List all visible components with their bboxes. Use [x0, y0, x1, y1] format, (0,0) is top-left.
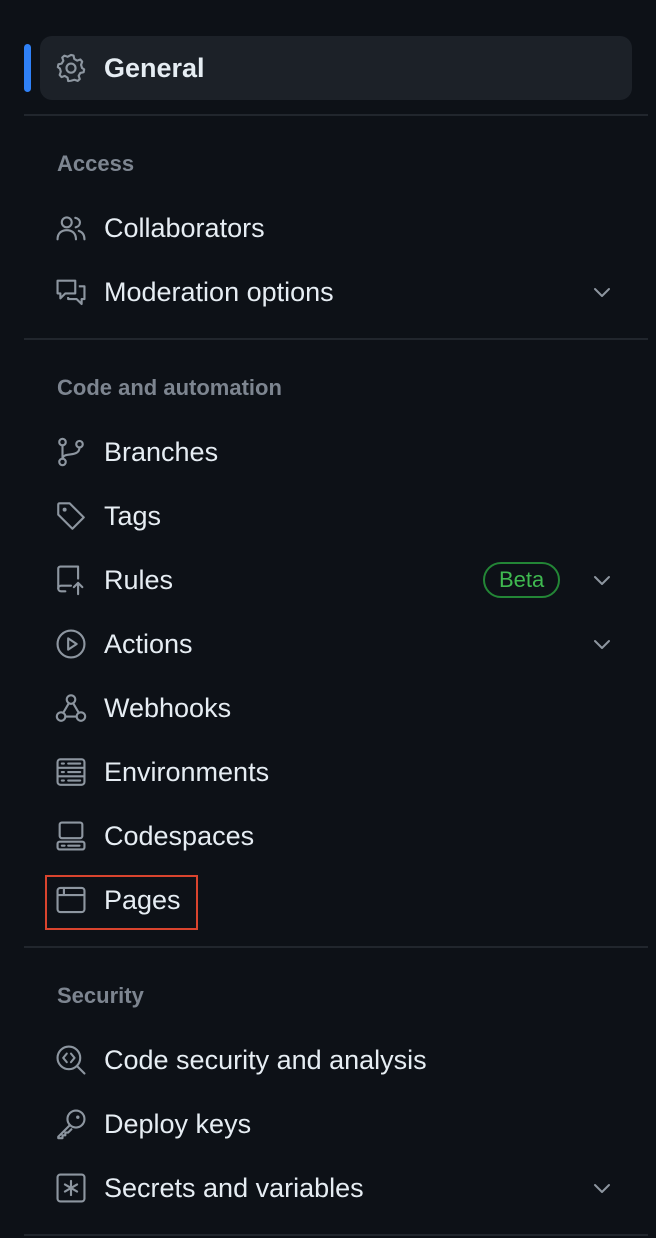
sidebar-item-tags[interactable]: Tags: [40, 486, 632, 546]
sidebar-item-label: Actions: [104, 629, 193, 659]
sidebar-item-label: Environments: [104, 757, 270, 787]
sidebar-item-actions[interactable]: Actions: [40, 614, 632, 674]
gear-icon: [54, 51, 88, 85]
sidebar-item-label: Codespaces: [104, 821, 255, 851]
people-icon: [54, 211, 88, 245]
key-asterisk-icon: [54, 1171, 88, 1205]
repo-push-icon: [54, 563, 88, 597]
chevron-down-icon[interactable]: [590, 568, 614, 592]
chevron-down-icon[interactable]: [590, 1176, 614, 1200]
sidebar-item-label: Webhooks: [104, 693, 232, 723]
sidebar-item-rules[interactable]: Rules Beta: [40, 550, 632, 610]
active-indicator: [24, 44, 31, 92]
pages-highlight-box: [45, 875, 198, 930]
comment-discussion-icon: [54, 275, 88, 309]
sidebar-item-collaborators[interactable]: Collaborators: [40, 198, 632, 258]
section-heading-code-and-automation: Code and automation: [57, 375, 282, 400]
sidebar-item-general[interactable]: General: [40, 36, 632, 100]
sidebar-item-label: Branches: [104, 437, 219, 467]
sidebar-item-branches[interactable]: Branches: [40, 422, 632, 482]
key-icon: [54, 1107, 88, 1141]
sidebar-item-label: Secrets and variables: [104, 1173, 364, 1203]
sidebar-item-deploy-keys[interactable]: Deploy keys: [40, 1094, 632, 1154]
sidebar-item-secrets-and-variables[interactable]: Secrets and variables: [40, 1158, 632, 1218]
sidebar-item-webhooks[interactable]: Webhooks: [40, 678, 632, 738]
divider: [24, 1234, 648, 1236]
beta-badge: Beta: [483, 562, 561, 598]
sidebar-item-codespaces[interactable]: Codespaces: [40, 806, 632, 866]
sidebar-item-label: Tags: [104, 501, 162, 531]
codespaces-icon: [54, 819, 88, 853]
chevron-down-icon[interactable]: [590, 632, 614, 656]
divider: [24, 114, 648, 116]
server-icon: [54, 755, 88, 789]
sidebar-item-label: Code security and analysis: [104, 1045, 427, 1075]
section-heading-security: Security: [57, 983, 144, 1008]
play-icon: [54, 627, 88, 661]
sidebar-item-label: Moderation options: [104, 277, 334, 307]
sidebar-item-label: Collaborators: [104, 213, 265, 243]
sidebar-item-code-security-and-analysis[interactable]: Code security and analysis: [40, 1030, 632, 1090]
codescan-icon: [54, 1043, 88, 1077]
sidebar-item-label: General: [104, 53, 205, 83]
divider: [24, 946, 648, 948]
divider: [24, 338, 648, 340]
webhook-icon: [54, 691, 88, 725]
section-heading-access: Access: [57, 151, 135, 176]
sidebar-item-label: Deploy keys: [104, 1109, 252, 1139]
sidebar-item-environments[interactable]: Environments: [40, 742, 632, 802]
sidebar-item-label: Rules: [104, 565, 174, 595]
chevron-down-icon[interactable]: [590, 280, 614, 304]
sidebar-item-moderation-options[interactable]: Moderation options: [40, 262, 632, 322]
git-branch-icon: [54, 435, 88, 469]
tag-icon: [54, 499, 88, 533]
